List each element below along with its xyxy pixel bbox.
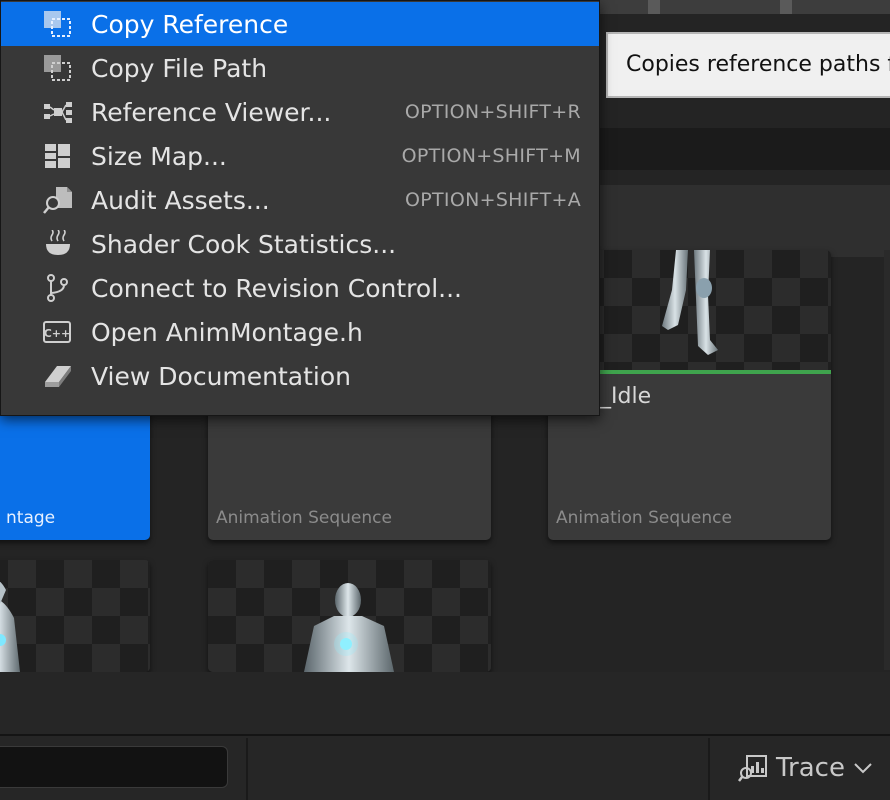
console-input[interactable]	[0, 746, 228, 788]
asset-type-label: ntage	[6, 508, 56, 528]
grid-scrollbar[interactable]	[884, 250, 890, 670]
menu-item-connect-revision-control[interactable]: Connect to Revision Control...	[1, 266, 599, 310]
menu-item-label: Shader Cook Statistics...	[91, 229, 397, 259]
trace-icon	[738, 755, 767, 782]
menu-item-label: Audit Assets...	[91, 185, 270, 215]
menu-item-label: Connect to Revision Control...	[91, 273, 462, 303]
asset-thumbnail	[0, 560, 150, 672]
menu-item-label: Copy File Path	[91, 53, 268, 83]
menu-item-label: Size Map...	[91, 141, 227, 171]
size-map-icon	[45, 144, 70, 168]
menu-item-view-documentation[interactable]: View Documentation	[1, 354, 599, 398]
chevron-down-icon	[854, 763, 872, 774]
revision-control-icon	[47, 274, 68, 302]
copy-reference-icon	[44, 11, 71, 37]
tooltip: Copies reference paths f	[606, 32, 890, 98]
svg-text:C++: C++	[44, 327, 71, 340]
asset-tile-row2-a[interactable]	[0, 560, 150, 672]
shader-cook-icon	[46, 230, 70, 255]
asset-name: _Idle	[600, 384, 652, 409]
menu-item-shortcut: OPTION+SHIFT+M	[401, 145, 581, 167]
menu-item-size-map[interactable]: Size Map... OPTION+SHIFT+M	[1, 134, 599, 178]
strip-notch	[648, 0, 660, 14]
menu-item-shader-cook-statistics[interactable]: Shader Cook Statistics...	[1, 222, 599, 266]
reference-viewer-icon	[44, 102, 72, 123]
menu-item-audit-assets[interactable]: Audit Assets... OPTION+SHIFT+A	[1, 178, 599, 222]
status-separator	[246, 738, 248, 800]
cpp-header-icon: C++	[43, 321, 71, 343]
copy-file-path-icon	[44, 55, 71, 81]
mannequin-image	[304, 583, 394, 672]
status-separator	[708, 738, 710, 800]
asset-type-label: Animation Sequence	[556, 508, 732, 528]
menu-item-label: Reference Viewer...	[91, 97, 332, 127]
audit-assets-icon	[43, 187, 72, 214]
strip-notch	[780, 0, 792, 14]
menu-item-copy-reference[interactable]: Copy Reference	[1, 2, 599, 46]
trace-label: Trace	[776, 753, 845, 783]
status-bar-divider	[0, 734, 890, 736]
menu-item-shortcut: OPTION+SHIFT+R	[404, 101, 581, 123]
menu-item-copy-file-path[interactable]: Copy File Path	[1, 46, 599, 90]
menu-item-label: Open AnimMontage.h	[91, 317, 363, 347]
menu-item-reference-viewer[interactable]: Reference Viewer... OPTION+SHIFT+R	[1, 90, 599, 134]
filter-bar	[600, 185, 890, 257]
path-bar	[600, 128, 890, 170]
asset-type-label: Animation Sequence	[216, 508, 392, 528]
context-menu: Copy Reference Copy File Path Reference …	[0, 0, 600, 416]
trace-button[interactable]: Trace	[738, 748, 873, 788]
menu-item-label: Copy Reference	[91, 9, 289, 39]
mannequin-image	[0, 581, 20, 672]
documentation-icon	[45, 366, 71, 387]
menu-item-shortcut: OPTION+SHIFT+A	[405, 189, 581, 211]
menu-item-label: View Documentation	[91, 361, 351, 391]
menu-item-open-anim-montage-h[interactable]: C++ Open AnimMontage.h	[1, 310, 599, 354]
tooltip-text: Copies reference paths f	[626, 52, 890, 77]
asset-tile-row2-b[interactable]	[208, 560, 491, 672]
asset-thumbnail	[208, 560, 491, 672]
